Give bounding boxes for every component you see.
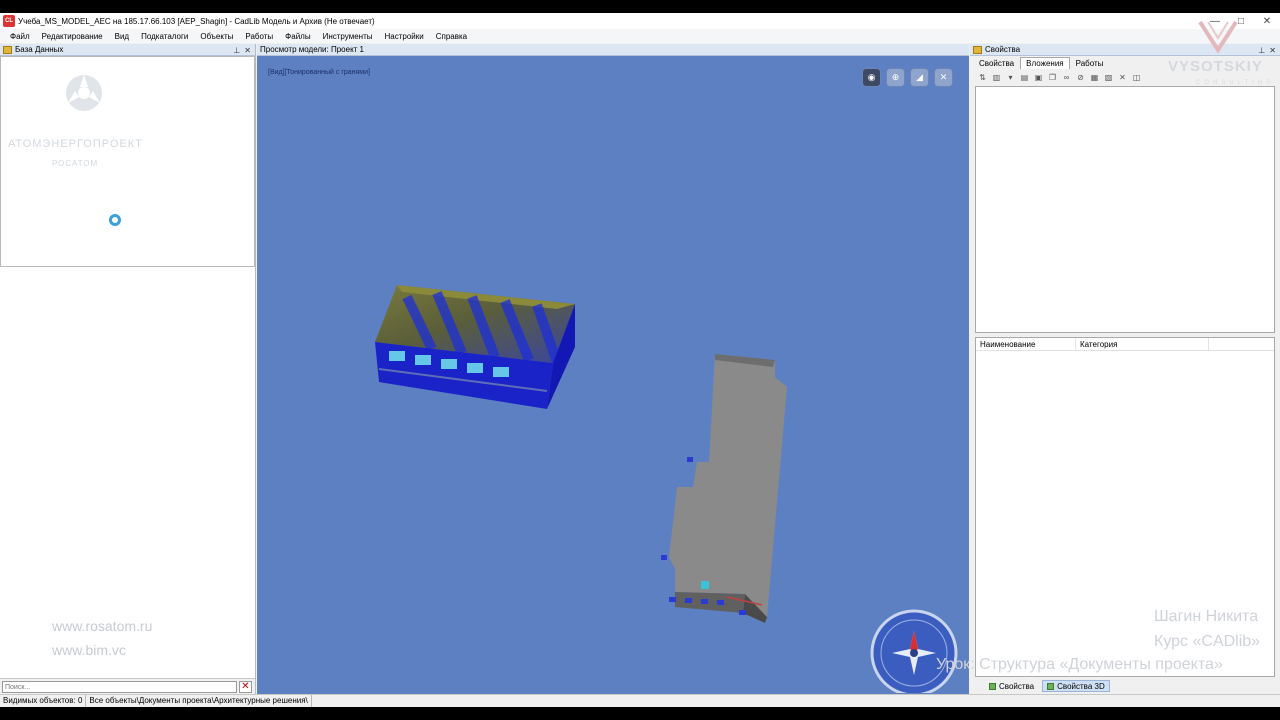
close-button[interactable]: ✕ <box>1254 13 1280 29</box>
bottom-tab-properties-label: Свойства <box>999 681 1035 691</box>
column-category[interactable]: Категория <box>1076 338 1209 350</box>
course-watermark: Курс «CADlib» <box>1154 633 1261 650</box>
title-bar: CL Учеба_MS_MODEL_AEC на 185.17.66.103 [… <box>0 13 1280 29</box>
target-icon[interactable]: ⊕ <box>886 68 905 87</box>
pin-icon[interactable]: ⊥ <box>1258 46 1265 55</box>
database-panel-header: База Данных ⊥ ✕ <box>0 44 255 56</box>
consult-sub-watermark: CONSULTING <box>1196 80 1275 86</box>
author-watermark: Шагин Никита <box>1154 608 1259 625</box>
attachments-list[interactable]: Наименование Категория <box>975 337 1275 677</box>
menu-file[interactable]: Файл <box>4 32 36 41</box>
copy-icon[interactable]: ❐ <box>1047 73 1058 83</box>
column-name[interactable]: Наименование <box>976 338 1076 350</box>
open-document-icon[interactable]: ▣ <box>1033 73 1044 83</box>
panel-close-icon[interactable]: ✕ <box>244 46 251 55</box>
database-icon <box>3 45 12 54</box>
rosatom-logo-icon <box>66 75 102 111</box>
pin-icon[interactable]: ⊥ <box>233 46 240 55</box>
bottom-tab-properties-3d[interactable]: Свойства 3D <box>1042 680 1110 692</box>
lesson-watermark: Урок: Структура «Документы проекта» <box>936 656 1223 673</box>
tab-attachments[interactable]: Вложения <box>1020 57 1070 69</box>
app-window: CL Учеба_MS_MODEL_AEC на 185.17.66.103 [… <box>0 13 1280 708</box>
search-row: ✕ <box>0 678 255 694</box>
site-watermark-2: www.bim.vc <box>52 642 126 658</box>
chevron-down-icon[interactable]: ▾ <box>1005 73 1016 83</box>
menu-edit[interactable]: Редактирование <box>36 32 109 41</box>
search-clear-button[interactable]: ✕ <box>239 681 252 693</box>
properties-3d-tab-icon <box>1047 682 1055 690</box>
unlink-icon[interactable]: ⊘ <box>1075 73 1086 83</box>
merge-icon[interactable]: ▧ <box>1103 73 1114 83</box>
properties-bottom-tabs: Свойства Свойства 3D <box>985 680 1110 692</box>
menu-tools[interactable]: Инструменты <box>317 32 379 41</box>
properties-tabs: Свойства Вложения Работы <box>973 57 1109 69</box>
consult-watermark: VYSOTSKIY <box>1168 58 1263 75</box>
database-panel-title: База Данных <box>15 45 64 54</box>
columns-icon[interactable]: ▥ <box>991 73 1002 83</box>
plane-icon[interactable]: ◢ <box>910 68 929 87</box>
navigation-compass[interactable] <box>870 609 958 693</box>
bottom-tab-properties-3d-label: Свойства 3D <box>1057 681 1105 691</box>
viewport-mode-label: [Вид][Тонированный с гранями] <box>268 69 370 76</box>
menu-files[interactable]: Файлы <box>279 32 316 41</box>
delete-icon[interactable]: ✕ <box>1117 73 1128 83</box>
sort-icon[interactable]: ⇅ <box>977 73 988 83</box>
vysotskiy-logo-icon <box>1198 20 1238 54</box>
properties-tab-icon <box>989 682 996 690</box>
menu-objects[interactable]: Объекты <box>194 32 239 41</box>
properties-view-icon[interactable]: ◫ <box>1131 73 1142 83</box>
model-viewport[interactable]: Просмотр модели: Проект 1 [Вид][Тонирова… <box>257 44 969 694</box>
viewport-toolbar: ◉ ⊕ ◢ ✕ <box>862 68 953 87</box>
window-title: Учеба_MS_MODEL_AEC на 185.17.66.103 [AEP… <box>18 16 375 26</box>
tab-properties[interactable]: Свойства <box>973 57 1020 69</box>
database-panel: База Данных ⊥ ✕ АТОМЭНЕРГОПРОЕКТ РОСАТОМ… <box>0 44 256 694</box>
viewport-title: Просмотр модели: Проект 1 <box>260 45 364 54</box>
bottom-tab-properties[interactable]: Свойства <box>985 680 1038 692</box>
panel-close-icon[interactable]: ✕ <box>1269 46 1276 55</box>
link-icon[interactable]: ∞ <box>1061 73 1072 83</box>
tab-works[interactable]: Работы <box>1070 57 1110 69</box>
attachments-tree[interactable] <box>975 86 1275 333</box>
eye-icon[interactable]: ◉ <box>862 68 881 87</box>
app-icon: CL <box>3 15 15 27</box>
axes-icon[interactable]: ✕ <box>934 68 953 87</box>
menu-view[interactable]: Вид <box>109 32 135 41</box>
add-document-icon[interactable]: ▤ <box>1019 73 1030 83</box>
menu-settings[interactable]: Настройки <box>378 32 429 41</box>
search-input[interactable] <box>2 681 237 693</box>
viewport-header: Просмотр модели: Проект 1 <box>257 44 969 56</box>
properties-panel: Свойства ⊥ ✕ Свойства Вложения Работы ⇅ … <box>970 44 1280 694</box>
visible-objects-count: Видимых объектов: 0 <box>0 694 87 708</box>
building-model-2[interactable] <box>661 354 787 623</box>
attachments-list-header: Наименование Категория <box>976 338 1274 351</box>
menu-subcatalogs[interactable]: Подкаталоги <box>135 32 194 41</box>
current-path: Все объекты\Документы проекта\Архитектур… <box>86 694 312 708</box>
menu-works[interactable]: Работы <box>239 32 279 41</box>
database-tree[interactable] <box>0 56 255 267</box>
loading-spinner-icon <box>109 214 121 226</box>
building-model-1[interactable] <box>375 285 575 409</box>
properties-icon <box>973 45 982 54</box>
letterbox-top <box>0 0 1280 13</box>
properties-panel-title: Свойства <box>985 45 1021 54</box>
menu-help[interactable]: Справка <box>430 32 473 41</box>
brand-watermark: АТОМЭНЕРГОПРОЕКТ <box>8 138 143 150</box>
status-bar: Видимых объектов: 0 Все объекты\Документ… <box>0 694 1280 708</box>
site-watermark-1: www.rosatom.ru <box>52 618 153 634</box>
menu-bar: Файл Редактирование Вид Подкаталоги Объе… <box>0 29 1280 43</box>
brand-sub-watermark: РОСАТОМ <box>52 159 99 168</box>
letterbox-bottom <box>0 707 1280 720</box>
model-scene[interactable] <box>257 57 969 693</box>
paste-icon[interactable]: ▦ <box>1089 73 1100 83</box>
